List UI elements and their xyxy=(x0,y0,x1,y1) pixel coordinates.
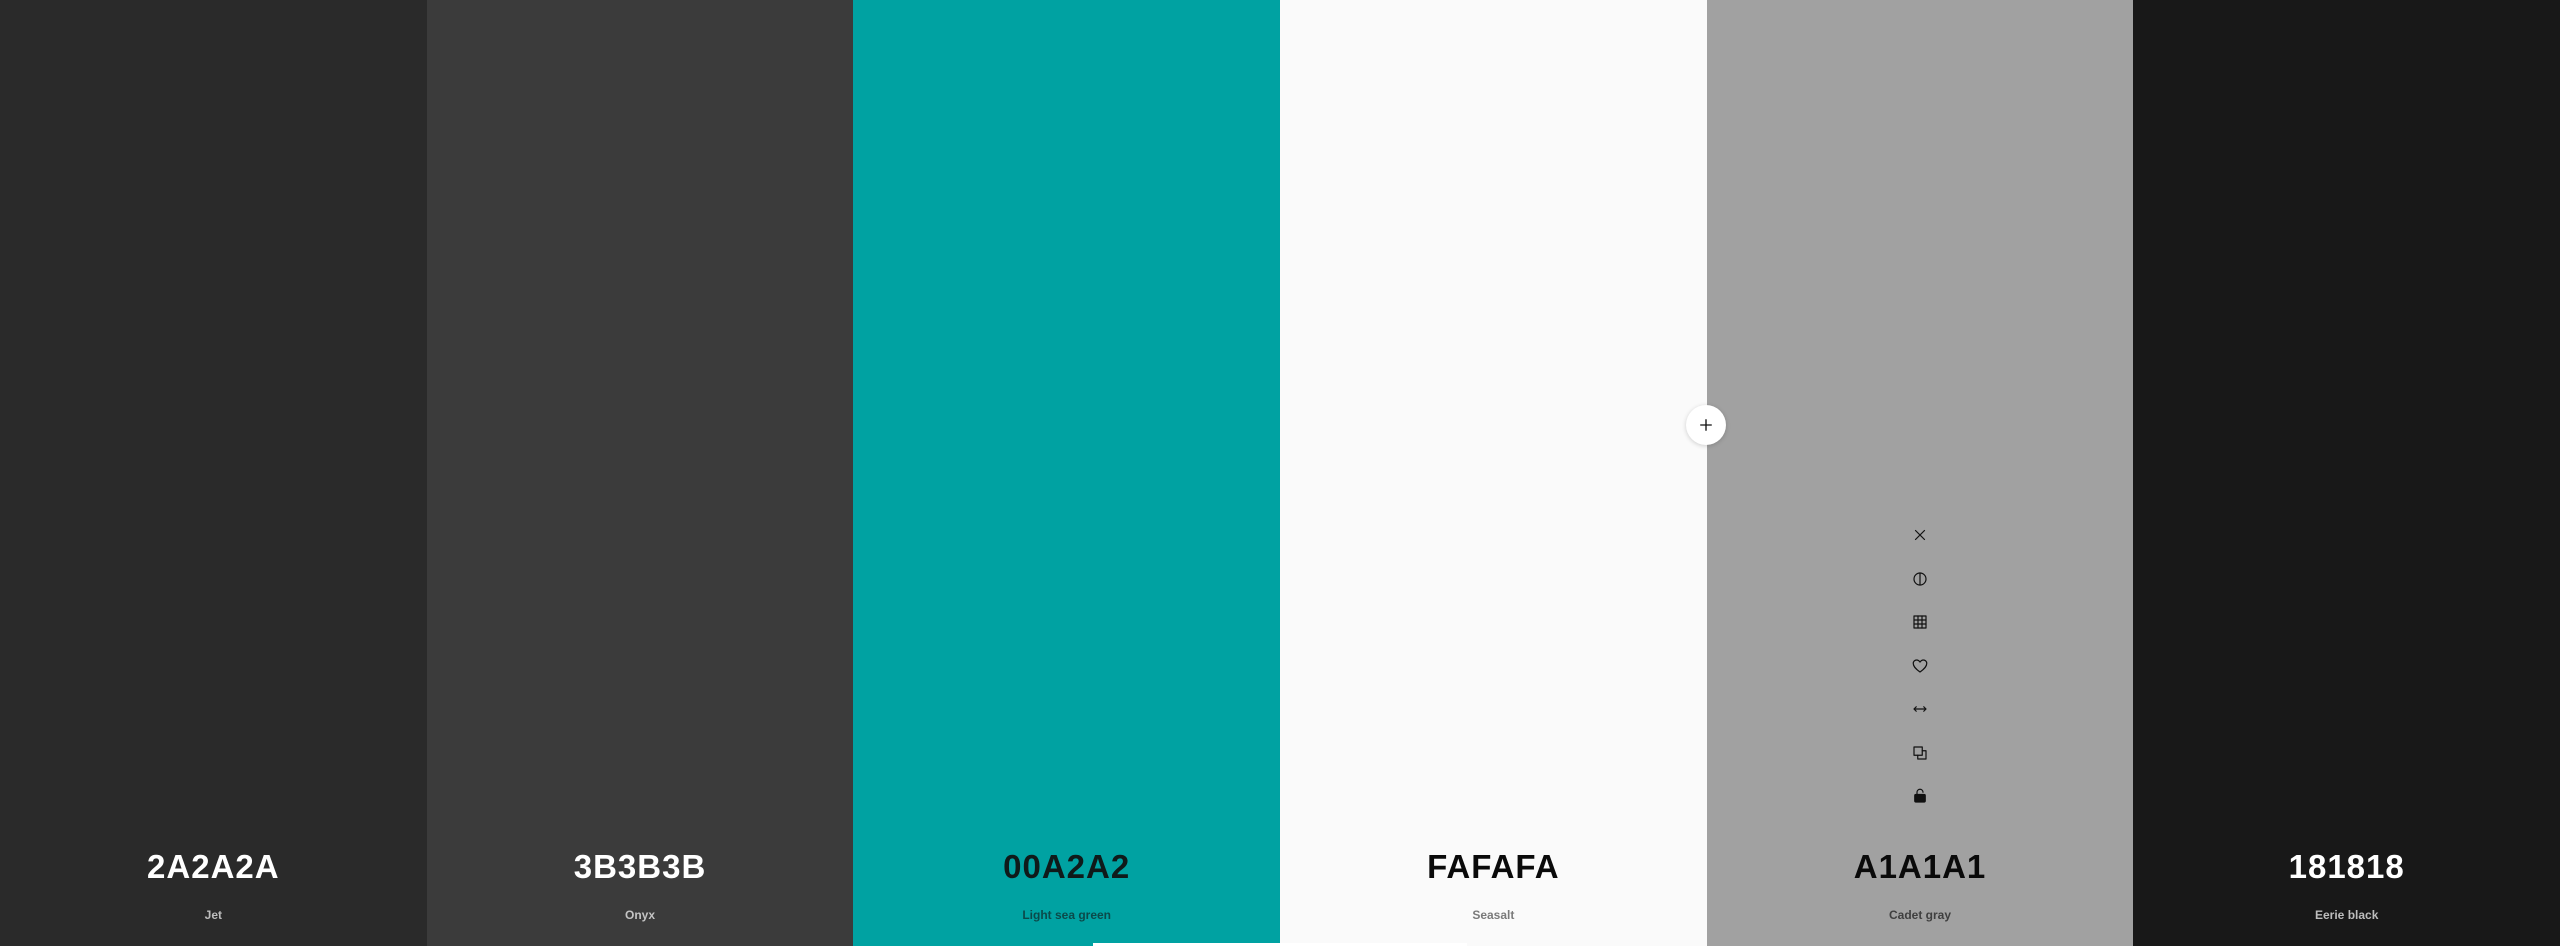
add-color-button[interactable] xyxy=(1686,405,1726,445)
heart-icon xyxy=(1912,658,1928,673)
swatch-seasalt[interactable]: FAFAFA Seasalt xyxy=(1280,0,1707,946)
swatch-color-name[interactable]: Cadet gray xyxy=(1707,906,2134,924)
remove-color-button[interactable] xyxy=(1905,520,1935,550)
swatch-hex[interactable]: FAFAFA xyxy=(1280,847,1707,887)
swatch-hex[interactable]: 2A2A2A xyxy=(0,847,427,887)
swatch-cadet-gray[interactable]: A1A1A1 Cadet gray xyxy=(1706,0,2134,946)
shades-button[interactable] xyxy=(1905,607,1935,637)
drag-arrows-icon xyxy=(1913,706,1927,712)
swatch-color-name[interactable]: Onyx xyxy=(427,906,854,924)
swatch-hex[interactable]: A1A1A1 xyxy=(1707,847,2134,887)
swatch-jet[interactable]: 2A2A2A Jet xyxy=(0,0,427,946)
grid-icon xyxy=(1913,615,1927,629)
save-color-button[interactable] xyxy=(1905,651,1935,681)
swatch-light-sea-green[interactable]: 00A2A2 Light sea green xyxy=(853,0,1281,946)
plus-icon xyxy=(1700,419,1712,431)
contrast-button[interactable] xyxy=(1905,564,1935,594)
lock-icon xyxy=(1914,788,1926,803)
swatch-onyx[interactable]: 3B3B3B Onyx xyxy=(426,0,854,946)
close-icon xyxy=(1914,529,1926,541)
swatch-hex[interactable]: 3B3B3B xyxy=(427,847,854,887)
copy-hex-button[interactable] xyxy=(1905,738,1935,768)
swatch-hex[interactable]: 00A2A2 xyxy=(853,847,1280,887)
drag-button[interactable] xyxy=(1905,694,1935,724)
swatch-color-name[interactable]: Seasalt xyxy=(1280,906,1707,924)
lock-color-button[interactable] xyxy=(1905,781,1935,811)
swatch-eerie-black[interactable]: 181818 Eerie black xyxy=(2133,0,2560,946)
swatch-color-name[interactable]: Jet xyxy=(0,906,427,924)
contrast-icon xyxy=(1913,571,1927,586)
copy-icon xyxy=(1913,745,1927,760)
swatch-color-name[interactable]: Light sea green xyxy=(853,906,1280,924)
swatch-toolbar xyxy=(1707,520,2134,825)
swatch-color-name[interactable]: Eerie black xyxy=(2133,906,2560,924)
swatch-hex[interactable]: 181818 xyxy=(2133,847,2560,887)
palette: 2A2A2A Jet 3B3B3B Onyx 00A2A2 Light sea … xyxy=(0,0,2560,946)
